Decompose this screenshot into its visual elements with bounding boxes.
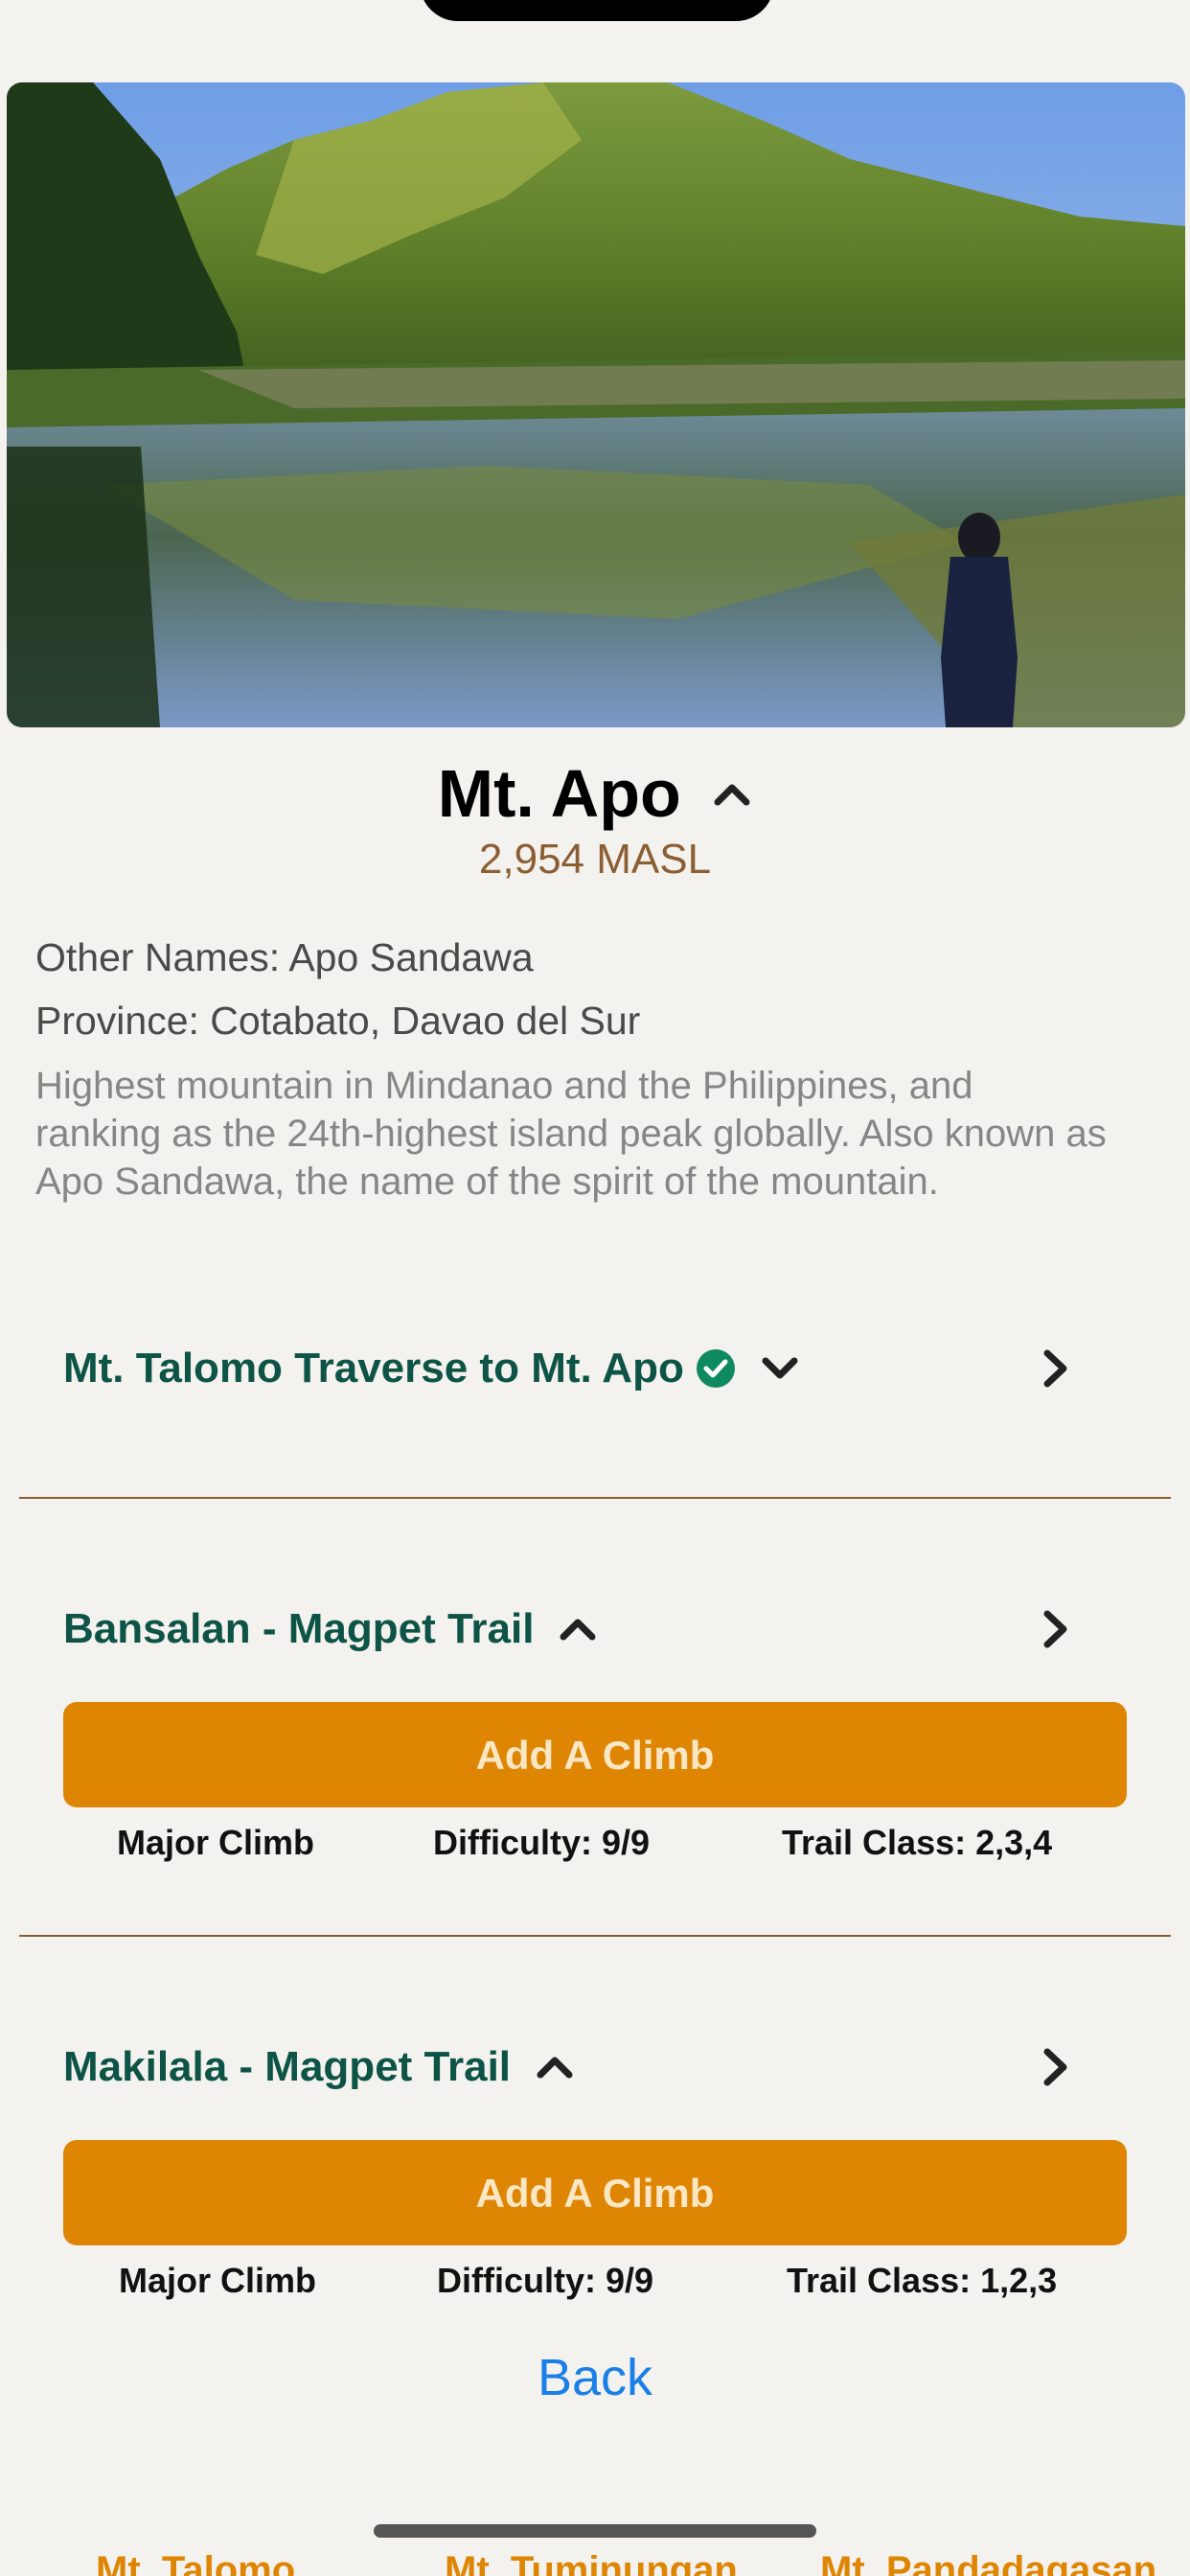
divider	[19, 1935, 1171, 1937]
trail-header-makilala[interactable]: Makilala - Magpet Trail	[63, 2038, 574, 2096]
chevron-down-icon[interactable]	[761, 1356, 799, 1381]
chevron-right-icon[interactable]	[1042, 1348, 1069, 1389]
home-indicator[interactable]	[374, 2524, 816, 2538]
trail-header-bansalan[interactable]: Bansalan - Magpet Trail	[63, 1600, 597, 1658]
chevron-up-icon[interactable]	[559, 1617, 597, 1642]
chevron-right-icon[interactable]	[1042, 2047, 1069, 2087]
climb-type: Major Climb	[117, 1823, 315, 1862]
mountain-elevation: 2,954 MASL	[478, 836, 712, 883]
climb-type: Major Climb	[119, 2261, 317, 2300]
mountain-description: Highest mountain in Mindanao and the Phi…	[35, 1065, 1107, 1203]
divider	[19, 1497, 1171, 1499]
mountain-detail-screen: Mt. Apo 2,954 MASL Other Names: Apo Sand…	[0, 0, 1190, 2576]
back-button[interactable]: Back	[0, 2348, 1190, 2407]
trail-name[interactable]: Makilala - Magpet Trail	[63, 2043, 511, 2091]
trail-class: Trail Class: 2,3,4	[782, 1823, 1053, 1862]
add-climb-button[interactable]: Add A Climb	[63, 1702, 1127, 1807]
difficulty: Difficulty: 9/9	[433, 1823, 651, 1862]
chevron-right-icon[interactable]	[1042, 1609, 1069, 1649]
mountain-photo	[7, 82, 1185, 727]
nearby-mountain-link[interactable]: Mt. Pandadagasan	[820, 2549, 1156, 2576]
other-names: Other Names: Apo Sandawa	[35, 935, 534, 979]
trail-class: Trail Class: 1,2,3	[787, 2261, 1058, 2300]
province: Province: Cotabato, Davao del Sur	[35, 999, 641, 1043]
mountain-name: Mt. Apo	[437, 756, 681, 831]
check-circle-icon	[696, 1349, 735, 1388]
chevron-up-icon[interactable]	[712, 779, 752, 808]
add-climb-button[interactable]: Add A Climb	[63, 2140, 1127, 2245]
device-notch	[420, 0, 774, 21]
trail-header-talomo[interactable]: Mt. Talomo Traverse to Mt. Apo	[63, 1340, 799, 1397]
nearby-mountain-link[interactable]: Mt. Talomo	[96, 2549, 295, 2576]
trail-name[interactable]: Bansalan - Magpet Trail	[63, 1605, 534, 1653]
trail-name[interactable]: Mt. Talomo Traverse to Mt. Apo	[63, 1345, 684, 1392]
mountain-photo-image	[7, 82, 1185, 727]
chevron-up-icon[interactable]	[536, 2055, 574, 2080]
trail-stats: Major Climb Difficulty: 9/9 Trail Class:…	[63, 1823, 1127, 1871]
trail-stats: Major Climb Difficulty: 9/9 Trail Class:…	[63, 2261, 1127, 2309]
nearby-mountain-link[interactable]: Mt. Tuminungan	[445, 2549, 738, 2576]
nearby-mountains-strip: Mt. Talomo Mt. Tuminungan Mt. Pandadagas…	[0, 2549, 1190, 2576]
mountain-title-row: Mt. Apo	[0, 755, 1190, 841]
difficulty: Difficulty: 9/9	[437, 2261, 654, 2300]
